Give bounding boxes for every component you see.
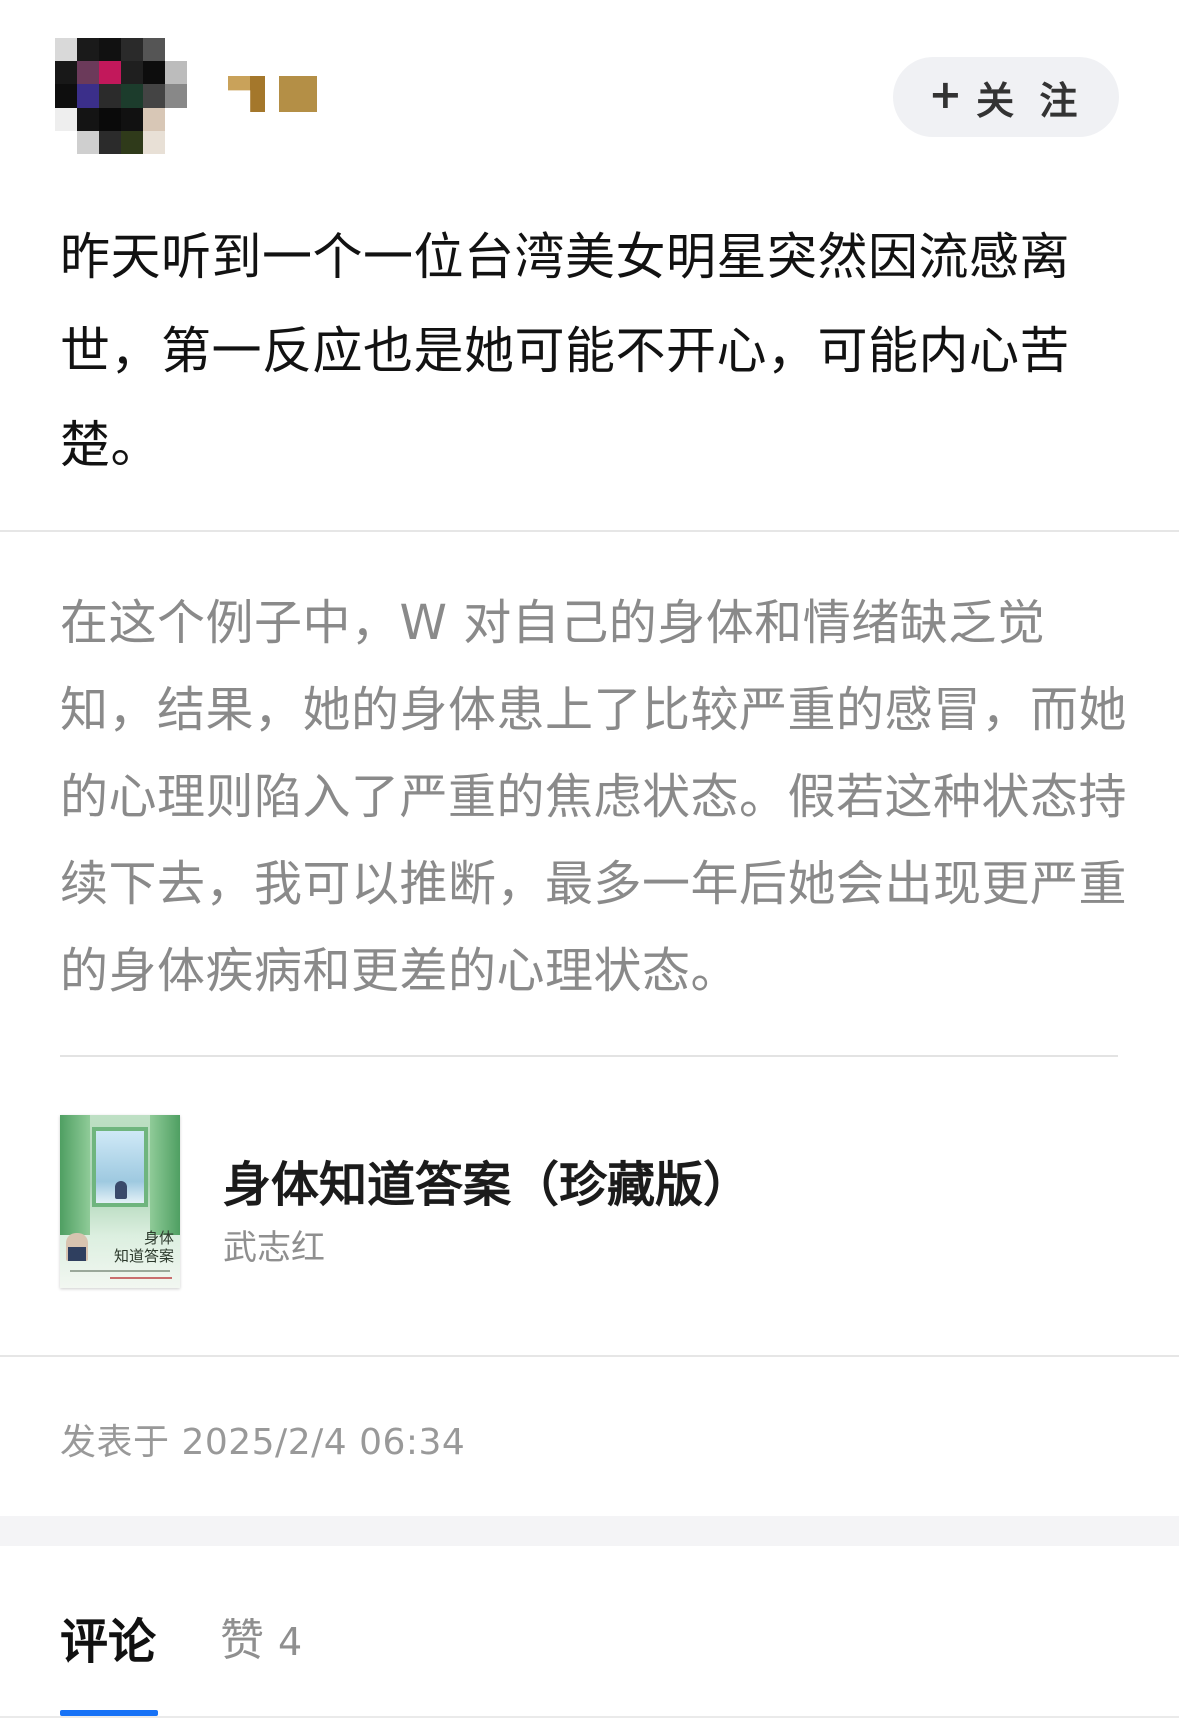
section-separator [0,1516,1179,1546]
redacted-block [228,76,265,112]
follow-button[interactable]: + 关 注 [893,57,1119,137]
avatar[interactable] [55,38,187,154]
tab-likes-label: 赞 [220,1615,264,1666]
likes-count: 4 [278,1620,303,1664]
book-cover-image: 身体 知道答案 [60,1115,180,1288]
follow-label: 关 注 [976,78,1084,123]
redacted-block [279,76,317,112]
post-body-text: 昨天听到一个一位台湾美女明星突然因流感离世，第一反应也是她可能不开心，可能内心苦… [60,228,1070,474]
cover-title-line: 知道答案 [113,1247,174,1265]
divider [60,1055,1118,1057]
post-timestamp: 发表于 2025/2/4 06:34 [60,1422,466,1463]
cover-title-line: 身体 [143,1229,174,1247]
post-header: + 关 注 [0,0,1179,170]
book-author: 武志红 [223,1228,325,1268]
username-redacted[interactable] [228,76,317,112]
tab-comments[interactable]: 评论 [60,1602,156,1672]
divider [0,530,1179,532]
tab-bar: 评论 赞4 [0,1546,1179,1718]
plus-icon: + [928,72,963,118]
book-card[interactable]: 身体 知道答案 身体知道答案（珍藏版） 武志红 [60,1115,1118,1295]
divider [0,1355,1179,1357]
book-title: 身体知道答案（珍藏版） [223,1157,752,1213]
book-quote-text: 在这个例子中，W 对自己的身体和情绪缺乏觉知，结果，她的身体患上了比较严重的感冒… [60,595,1128,999]
tab-likes[interactable]: 赞4 [220,1604,302,1668]
